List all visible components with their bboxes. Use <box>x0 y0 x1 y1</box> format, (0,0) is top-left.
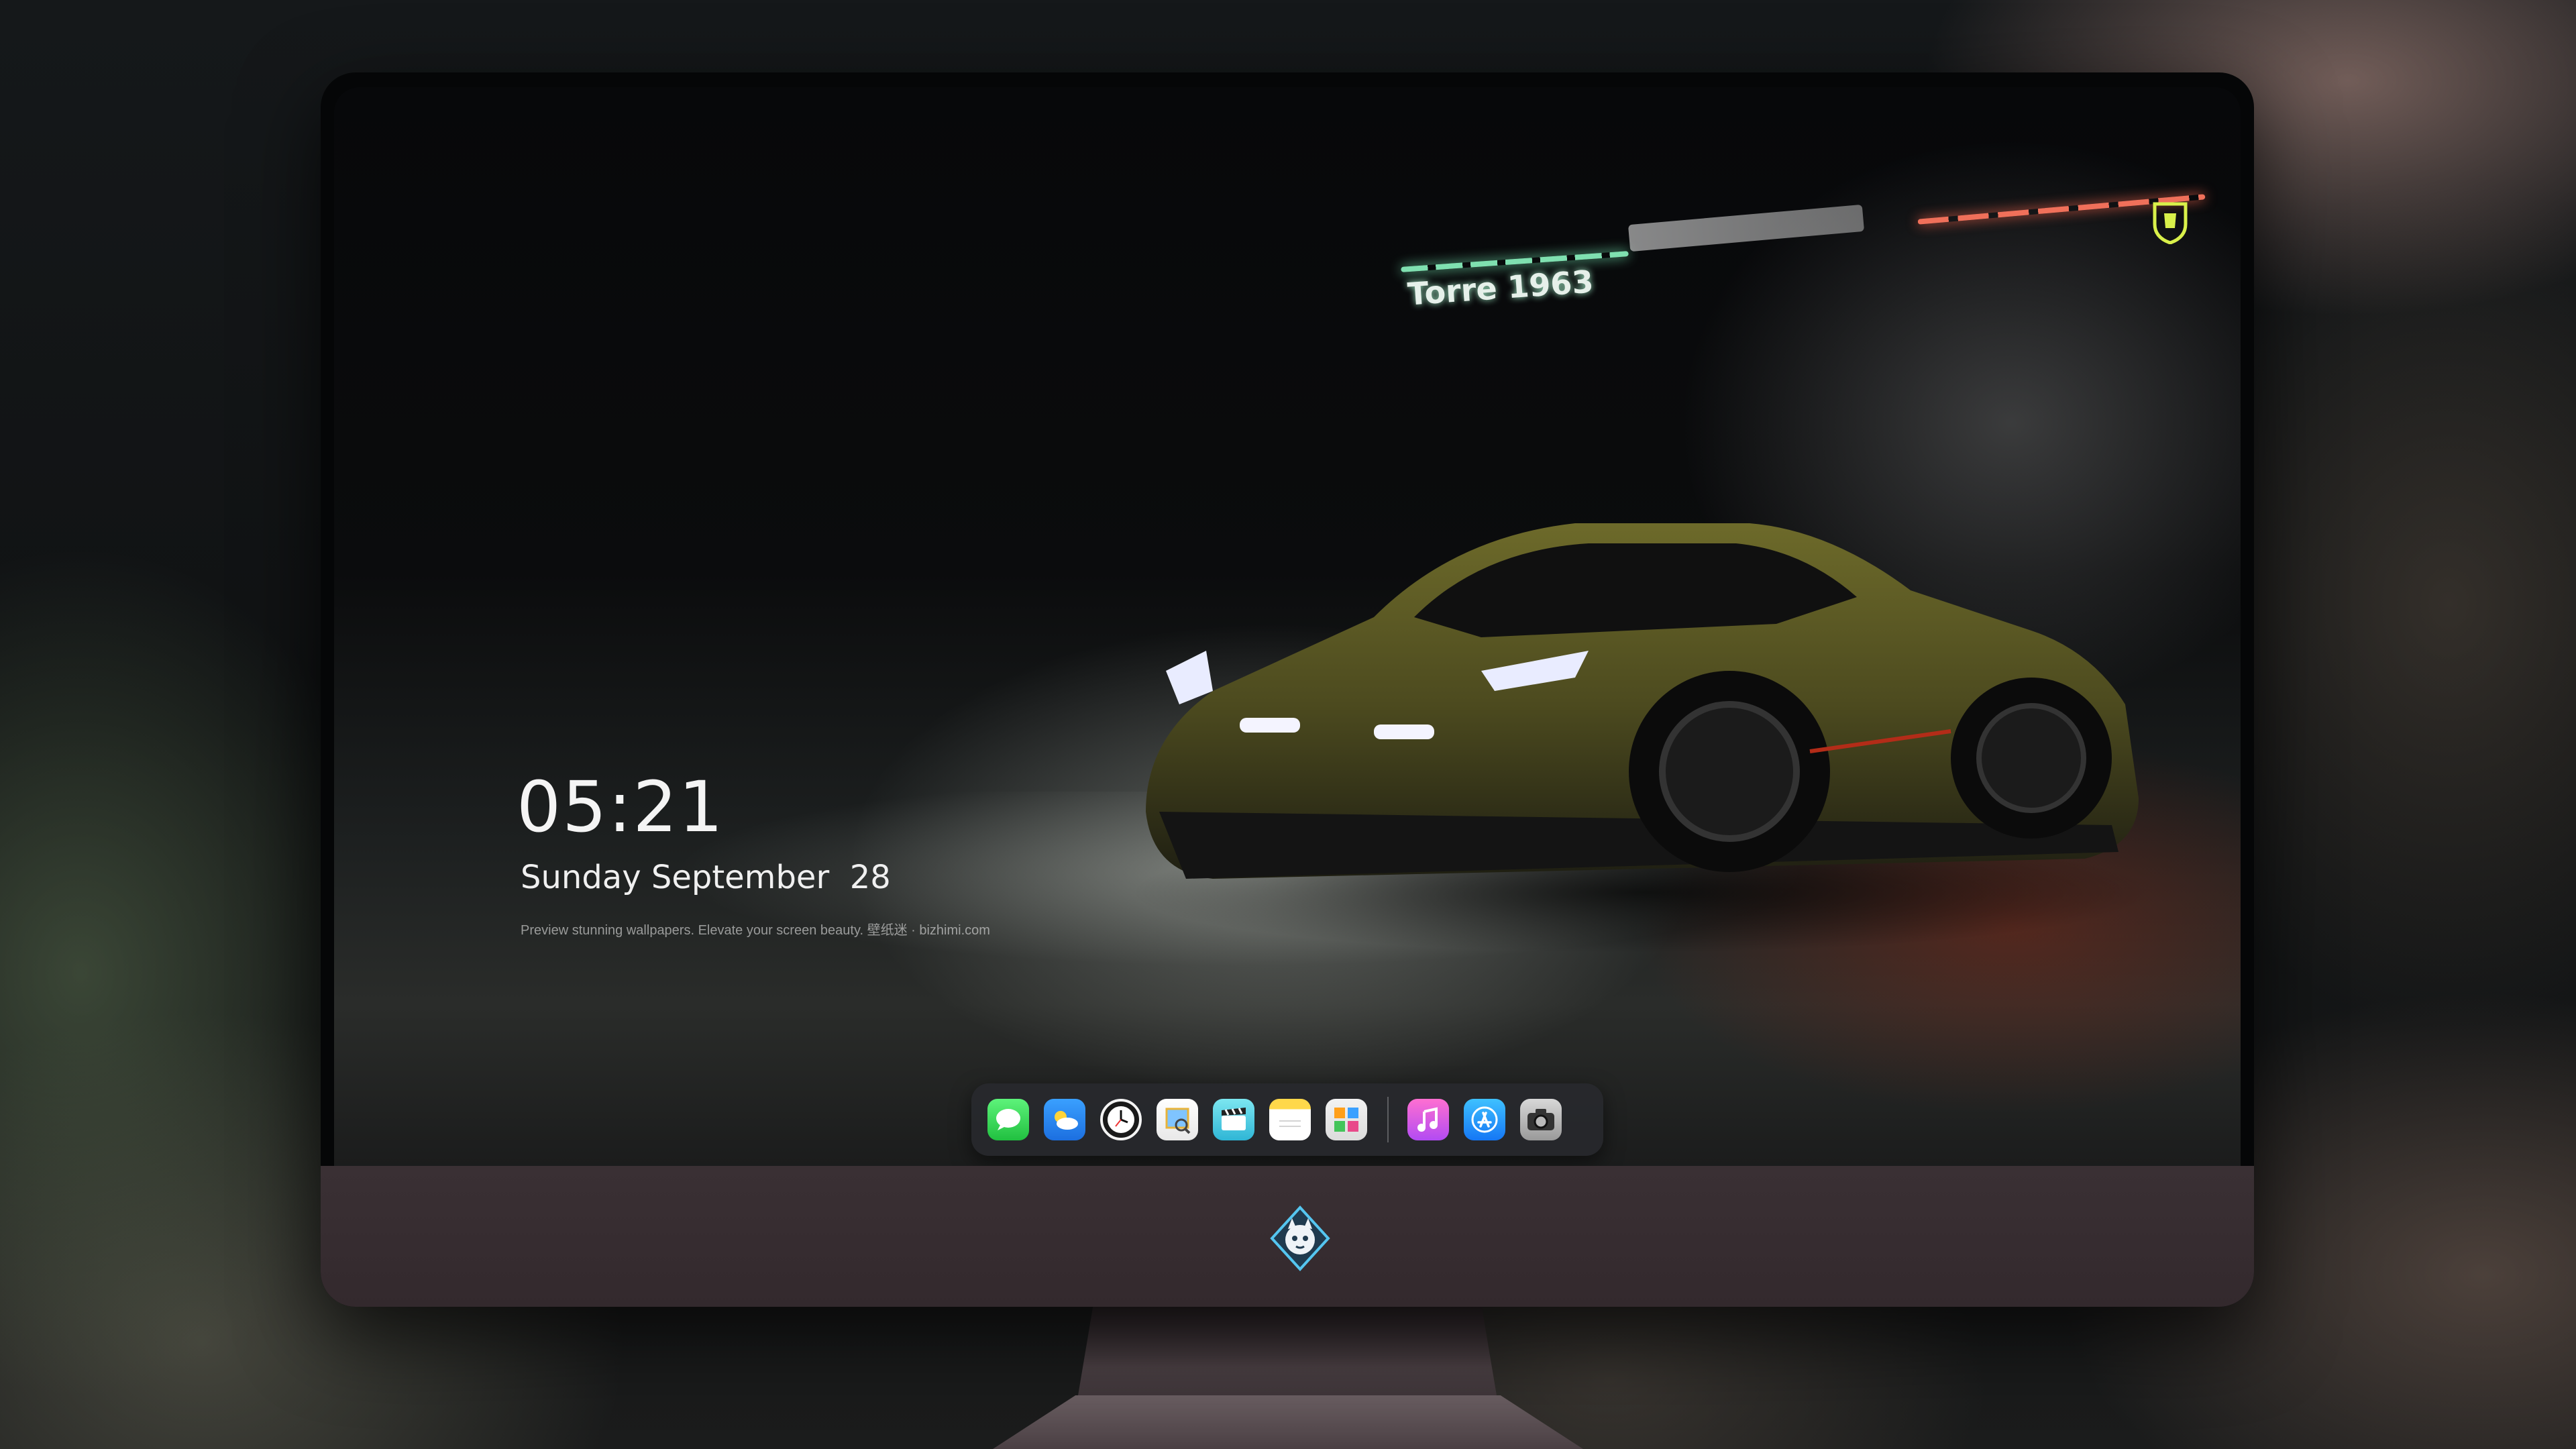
monitor-stand-neck <box>1076 1307 1499 1407</box>
preview-icon[interactable] <box>1157 1099 1198 1140</box>
lock-screen-date: Sunday September 28 <box>521 859 891 896</box>
photos-icon[interactable] <box>1326 1099 1367 1140</box>
mascot-logo-icon <box>1270 1205 1330 1271</box>
weather-icon[interactable] <box>1044 1099 1085 1140</box>
monitor-stand-base <box>993 1395 1583 1449</box>
camera-icon[interactable] <box>1520 1099 1562 1140</box>
app-store-icon[interactable] <box>1464 1099 1505 1140</box>
neon-sign: Torre 1963 <box>1406 263 1595 313</box>
monitor: Torre 1963 05:21 Sunday September 28 Pre… <box>321 72 2254 1307</box>
messages-icon[interactable] <box>987 1099 1029 1140</box>
screen: Torre 1963 05:21 Sunday September 28 Pre… <box>334 87 2241 1166</box>
notes-icon[interactable] <box>1269 1099 1311 1140</box>
dock <box>971 1083 1603 1156</box>
shield-icon <box>2153 202 2188 244</box>
dock-separator <box>1387 1097 1389 1142</box>
car-illustration <box>1132 523 2152 953</box>
clips-icon[interactable] <box>1213 1099 1254 1140</box>
wallpaper-tagline: Preview stunning wallpapers. Elevate you… <box>521 923 990 938</box>
clock-icon[interactable] <box>1100 1099 1142 1140</box>
music-icon[interactable] <box>1407 1099 1449 1140</box>
lock-screen-time: 05:21 <box>517 766 724 848</box>
neon-strip-white <box>1627 204 1865 252</box>
